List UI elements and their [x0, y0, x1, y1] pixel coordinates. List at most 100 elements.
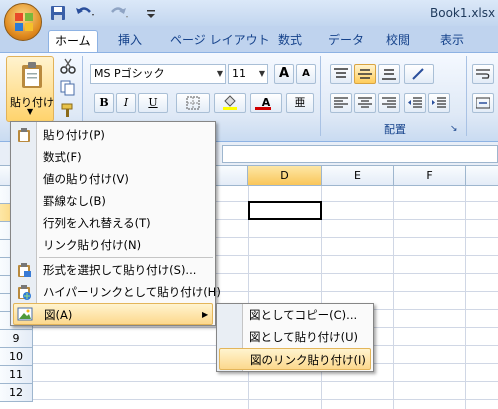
clipboard-icon	[22, 62, 42, 88]
menu-item-transpose[interactable]: 行列を入れ替える(T)	[13, 212, 213, 234]
align-bottom-icon	[382, 69, 396, 80]
tab-page-layout[interactable]: ページ レイアウト	[164, 30, 276, 52]
menu-item-formulas[interactable]: 数式(F)	[13, 146, 213, 168]
column-header-e[interactable]: E	[322, 166, 394, 186]
paste-menu: 貼り付け(P) 数式(F) 値の貼り付け(V) 罫線なし(B) 行列を入れ替える…	[10, 121, 221, 326]
chevron-down-icon: ▼	[258, 69, 265, 78]
menu-item-paste-hyperlink[interactable]: ハイパーリンクとして貼り付け(H)	[13, 281, 221, 303]
menu-item-no-borders[interactable]: 罫線なし(B)	[13, 190, 213, 212]
grow-font-label: A	[278, 66, 290, 81]
tab-data[interactable]: データ	[322, 30, 370, 52]
menu-item-label: 罫線なし(B)	[43, 194, 106, 208]
italic-label: I	[123, 96, 129, 109]
submenu-arrow-icon: ▶	[202, 310, 209, 319]
italic-button[interactable]: I	[116, 93, 136, 113]
align-center-icon	[358, 97, 372, 108]
bold-label: B	[99, 96, 109, 109]
menu-item-label: 貼り付け(P)	[43, 128, 105, 142]
align-center-button[interactable]	[354, 93, 376, 113]
shrink-font-label: A	[302, 68, 310, 79]
menu-item-label: ハイパーリンクとして貼り付け(H)	[43, 285, 221, 299]
row-header-9[interactable]: 9	[0, 330, 33, 348]
column-header[interactable]	[466, 166, 498, 186]
wrap-text-button[interactable]	[472, 64, 494, 84]
increase-indent-button[interactable]	[428, 93, 450, 113]
borders-button[interactable]	[176, 93, 210, 113]
wrap-text-icon	[476, 69, 490, 79]
menu-item-paste-special[interactable]: 形式を選択して貼り付け(S)...	[13, 259, 213, 281]
menu-item-paste-values[interactable]: 値の貼り付け(V)	[13, 168, 213, 190]
align-right-button[interactable]	[378, 93, 400, 113]
tab-home[interactable]: ホーム	[48, 30, 98, 52]
menu-item-label: 形式を選択して貼り付け(S)...	[43, 263, 197, 277]
align-top-button[interactable]	[330, 64, 352, 84]
menu-item-label: 図としてコピー(C)...	[249, 308, 358, 322]
merge-center-button[interactable]	[472, 93, 494, 113]
phonetic-label: 亜	[294, 96, 306, 109]
menu-separator	[39, 257, 213, 258]
tab-view[interactable]: 表示	[434, 30, 470, 52]
orientation-button[interactable]	[404, 64, 434, 84]
bold-button[interactable]: B	[94, 93, 114, 113]
font-name-value: MS Pゴシック	[94, 67, 165, 80]
fill-color-button[interactable]	[214, 93, 246, 113]
copy-icon[interactable]	[60, 80, 76, 96]
menu-item-paste[interactable]: 貼り付け(P)	[13, 124, 213, 146]
tab-review[interactable]: 校閲	[380, 30, 416, 52]
align-left-button[interactable]	[330, 93, 352, 113]
align-right-icon	[382, 97, 396, 108]
menu-item-paste-link[interactable]: リンク貼り付け(N)	[13, 234, 213, 256]
align-middle-button[interactable]	[354, 64, 376, 84]
phonetic-button[interactable]: 亜	[286, 93, 314, 113]
increase-indent-icon	[432, 97, 446, 108]
customize-qat-icon[interactable]	[146, 4, 156, 22]
menu-item-paste-as-picture[interactable]: 図として貼り付け(U)	[219, 326, 371, 348]
menu-item-label: リンク貼り付け(N)	[43, 238, 142, 252]
align-middle-icon	[358, 69, 372, 79]
alignment-group-label: 配置	[384, 123, 406, 136]
redo-icon[interactable]	[108, 4, 130, 22]
picture-icon	[17, 307, 33, 321]
text-orientation-icon	[412, 68, 424, 80]
cut-icon[interactable]	[60, 58, 76, 74]
shrink-font-button[interactable]: A	[296, 64, 316, 84]
decrease-indent-button[interactable]	[404, 93, 426, 113]
decrease-indent-icon	[408, 97, 422, 108]
grid-line	[33, 381, 498, 382]
fill-bucket-icon	[223, 95, 237, 110]
font-size-combo[interactable]: 11 ▼	[228, 64, 268, 84]
row-header-11[interactable]: 11	[0, 366, 33, 384]
underline-button[interactable]: U	[138, 93, 168, 113]
undo-icon[interactable]	[74, 4, 96, 22]
menu-item-label: 値の貼り付け(V)	[43, 172, 129, 186]
row-header-12[interactable]: 12	[0, 384, 33, 402]
hyperlink-paste-icon	[18, 285, 31, 300]
align-top-icon	[334, 68, 348, 78]
format-painter-icon[interactable]	[60, 102, 76, 118]
menu-item-label: 行列を入れ替える(T)	[43, 216, 151, 230]
formula-input[interactable]	[222, 145, 498, 163]
picture-submenu: 図としてコピー(C)... 図として貼り付け(U) 図のリンク貼り付け(I)	[216, 303, 374, 372]
tab-insert[interactable]: 挿入	[112, 30, 148, 52]
grow-font-button[interactable]: A	[274, 64, 294, 84]
font-color-button[interactable]: A	[250, 93, 282, 113]
dialog-launcher-icon[interactable]: ↘	[450, 124, 458, 134]
save-icon[interactable]	[50, 4, 66, 22]
group-separator	[466, 56, 467, 136]
menu-item-picture[interactable]: 図(A) ▶	[13, 303, 213, 325]
menu-item-label: 数式(F)	[43, 150, 82, 164]
paste-button[interactable]: 貼り付け ▼	[6, 56, 54, 122]
active-cell-d2[interactable]	[248, 201, 322, 220]
column-header-d[interactable]: D	[248, 166, 322, 186]
row-header-10[interactable]: 10	[0, 348, 33, 366]
font-name-combo[interactable]: MS Pゴシック ▼	[90, 64, 226, 84]
align-bottom-button[interactable]	[378, 64, 400, 84]
office-button[interactable]	[4, 3, 42, 41]
merge-icon	[475, 97, 491, 109]
tab-formulas[interactable]: 数式	[272, 30, 308, 52]
underline-label: U	[148, 96, 158, 109]
menu-item-paste-picture-link[interactable]: 図のリンク貼り付け(I)	[219, 348, 371, 370]
column-header-f[interactable]: F	[394, 166, 466, 186]
menu-item-copy-as-picture[interactable]: 図としてコピー(C)...	[219, 304, 371, 326]
paste-dropdown-arrow-icon: ▼	[27, 107, 34, 116]
